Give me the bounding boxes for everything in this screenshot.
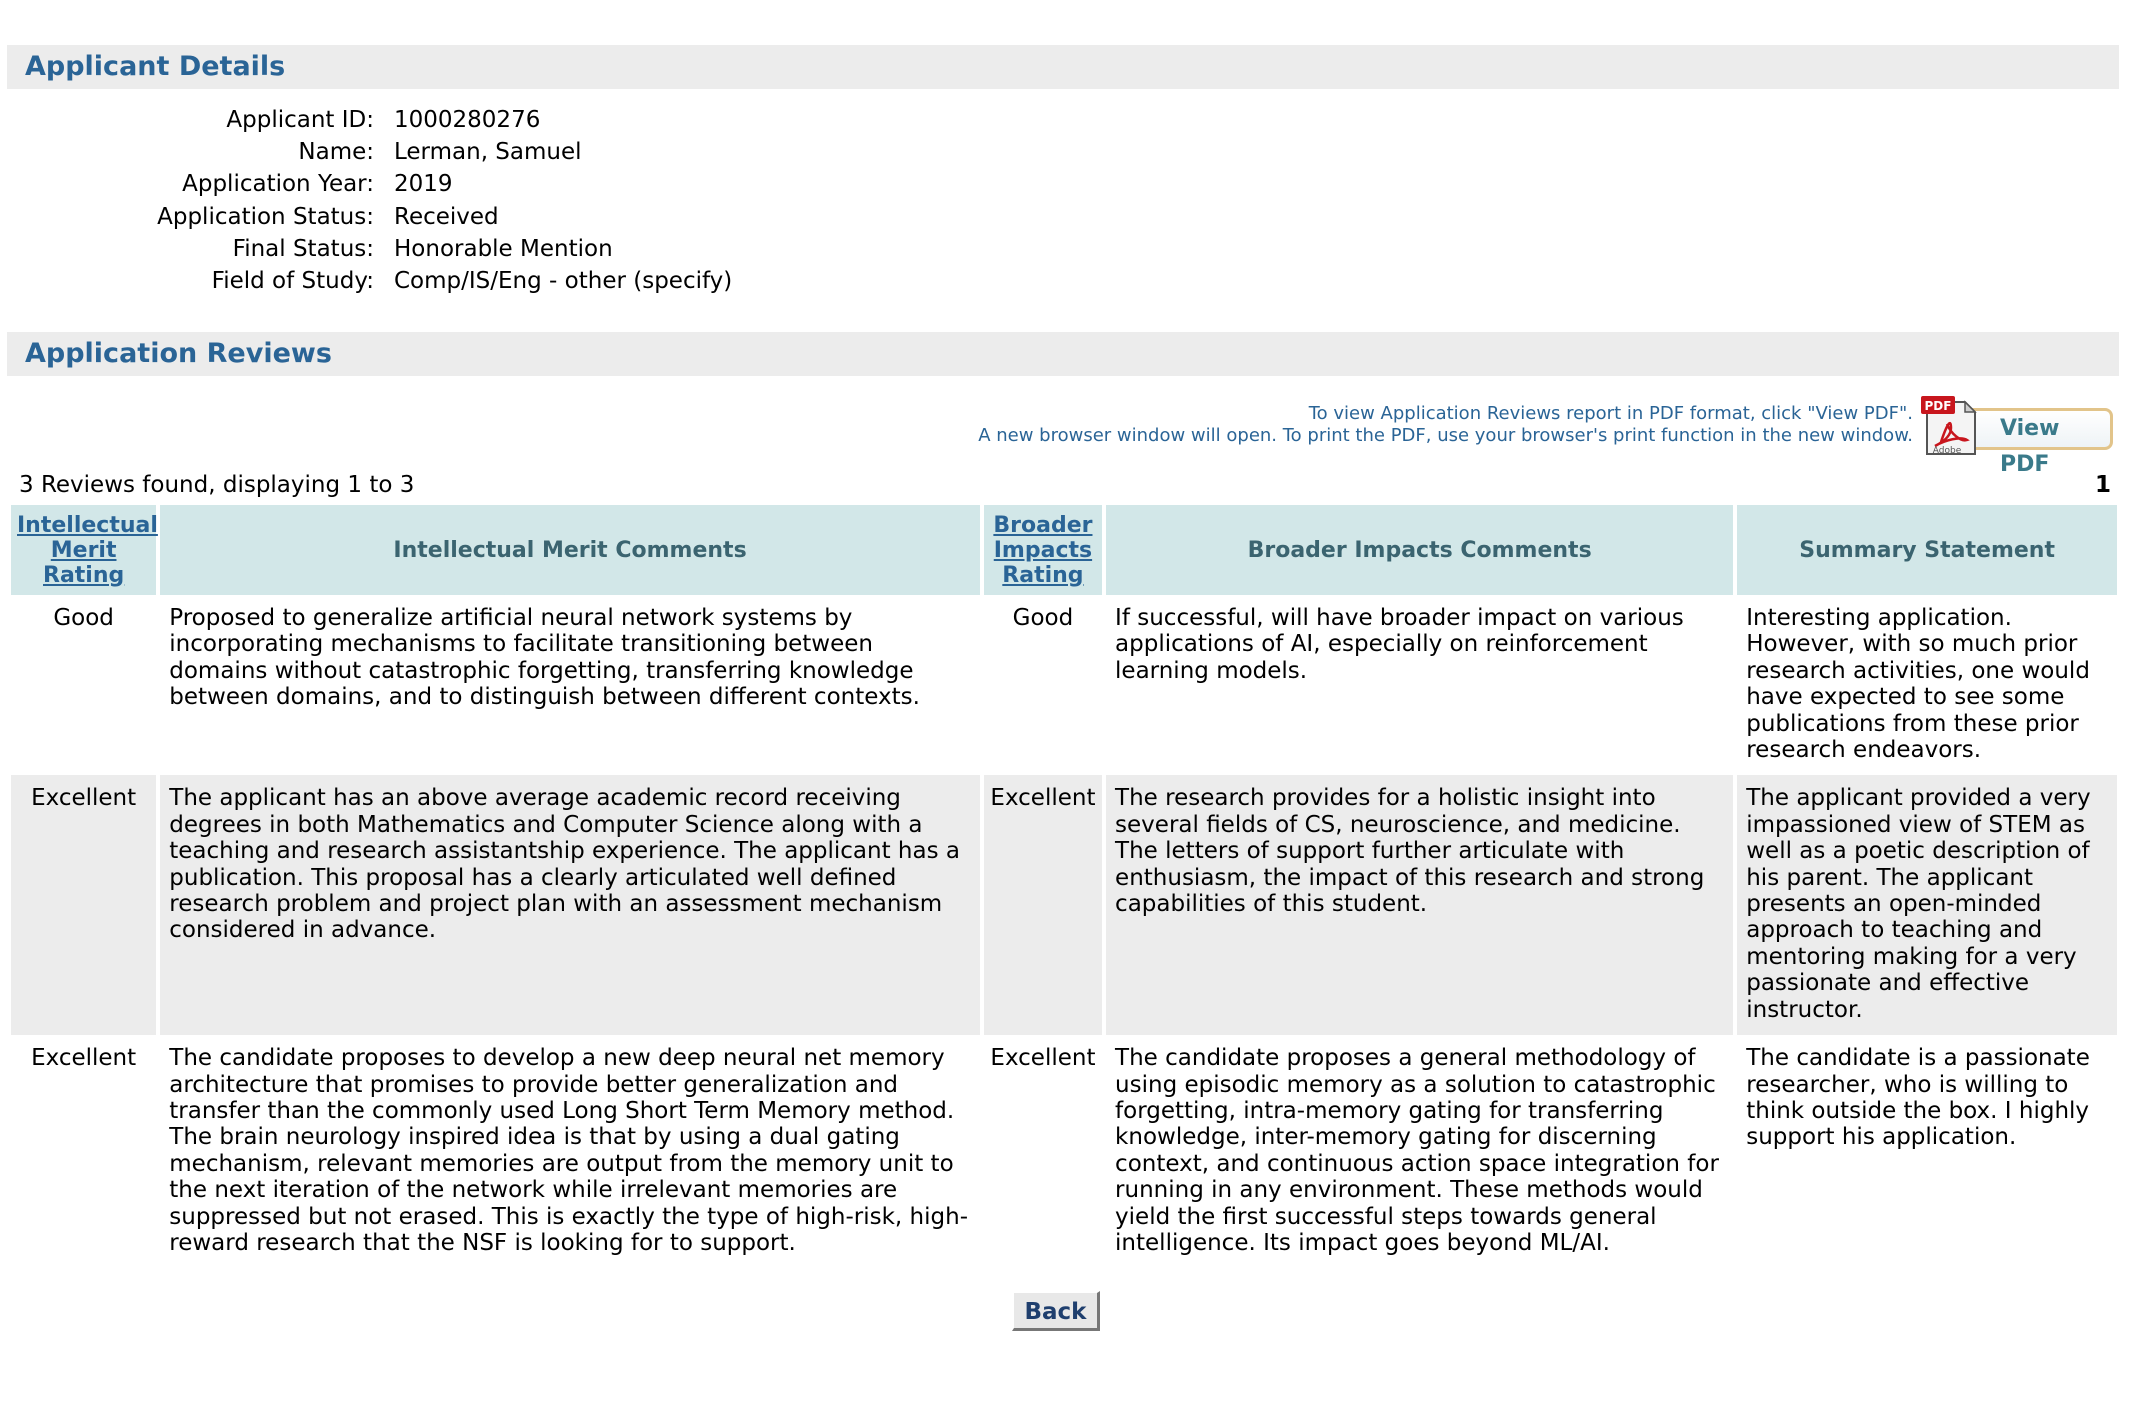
detail-value: Lerman, Samuel [394,139,582,166]
cell-summary: The candidate is a passionate researcher… [1746,1045,2090,1151]
pdf-instructions: To view Application Reviews report in PD… [978,403,1913,447]
page-number: 1 [2094,472,2111,498]
applicant-details-list: Applicant ID: 1000280276 Name: Lerman, S… [0,104,900,297]
sort-link-im-rating[interactable]: Intellectual Merit Rating [17,513,158,588]
detail-row-applicant-id: Applicant ID: 1000280276 [0,104,900,136]
detail-value: Honorable Mention [394,235,613,262]
sort-link-bi-rating[interactable]: Broader Impacts Rating [993,513,1092,588]
cell-summary: The applicant provided a very impassione… [1737,775,2117,1036]
detail-row-name: Name: Lerman, Samuel [0,136,900,168]
cell-im-comments: Proposed to generalize artificial neural… [169,605,920,711]
detail-label: Application Status: [157,203,374,230]
cell-bi-rating: Excellent [983,775,1103,1036]
cell-bi-comments: If successful, will have broader impact … [1115,605,1684,684]
pdf-note-line-1: To view Application Reviews report in PD… [1308,403,1913,424]
back-button[interactable]: Back [1012,1291,1100,1331]
view-pdf-label: View PDF [2000,416,2060,477]
detail-row-application-status: Application Status: Received [0,201,900,233]
header-im-comments: Intellectual Merit Comments [160,505,980,595]
header-summary: Summary Statement [1737,505,2117,595]
detail-value: 2019 [394,171,453,198]
detail-label: Name: [298,139,374,166]
detail-row-application-year: Application Year: 2019 [0,168,900,200]
section-title: Applicant Details [25,51,286,82]
header-bi-comments: Broader Impacts Comments [1106,505,1734,595]
detail-label: Application Year: [182,171,374,198]
cell-im-rating: Good [53,605,114,631]
section-header-application-reviews: Application Reviews [7,332,2119,376]
detail-row-final-status: Final Status: Honorable Mention [0,233,900,265]
page: Applicant Details Applicant ID: 10002802… [0,0,2156,1414]
detail-label: Final Status: [232,235,374,262]
adobe-pdf-icon: PDF Adobe [1921,396,1977,456]
detail-row-field-of-study: Field of Study: Comp/IS/Eng - other (spe… [0,265,900,297]
view-pdf-button[interactable]: View PDF PDF Adobe [1921,394,2117,477]
cell-summary: Interesting application. However, with s… [1746,605,2090,764]
reviews-table: Intellectual Merit Rating Intellectual M… [7,505,2121,1268]
table-row: Good Proposed to generalize artificial n… [11,595,2117,775]
cell-bi-comments: The candidate proposes a general methodo… [1115,1045,1719,1256]
results-count: 3 Reviews found, displaying 1 to 3 [19,472,415,498]
cell-im-rating: Excellent [31,1045,137,1072]
header-bi-rating[interactable]: Broader Impacts Rating [983,505,1103,595]
cell-bi-rating: Excellent [990,1045,1096,1072]
table-row: Excellent The candidate proposes to deve… [11,1035,2117,1268]
detail-label: Field of Study: [211,267,374,294]
section-header-applicant-details: Applicant Details [7,45,2119,89]
detail-label: Applicant ID: [226,107,374,133]
table-row: Excellent The applicant has an above ave… [11,775,2117,1036]
pdf-note-line-2: A new browser window will open. To print… [978,425,1913,446]
detail-value: Comp/IS/Eng - other (specify) [394,267,733,294]
pdf-icon-badge: PDF [1925,399,1952,413]
header-im-rating[interactable]: Intellectual Merit Rating [11,505,158,595]
detail-value: Received [394,203,499,230]
cell-bi-rating: Good [1012,605,1074,631]
cell-im-comments: The candidate proposes to develop a new … [169,1045,968,1256]
pdf-icon-caption: Adobe [1933,446,1962,456]
cell-im-comments: The applicant has an above average acade… [160,775,980,1036]
cell-im-rating: Excellent [11,775,157,1036]
section-title: Application Reviews [25,338,332,369]
table-header-row: Intellectual Merit Rating Intellectual M… [11,505,2117,595]
detail-value: 1000280276 [394,107,541,133]
cell-bi-comments: The research provides for a holistic ins… [1106,775,1734,1036]
